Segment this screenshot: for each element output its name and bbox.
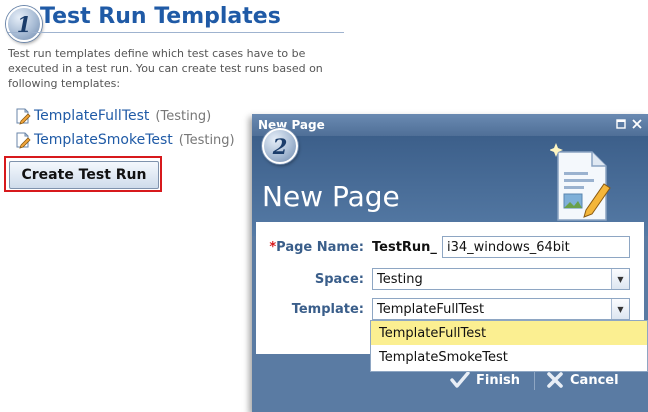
page-name-label-text: Page Name: xyxy=(276,240,364,255)
create-test-run-button[interactable]: Create Test Run xyxy=(9,161,159,189)
template-item-smoke[interactable]: TemplateSmokeTest (Testing) xyxy=(14,128,235,152)
template-item-full[interactable]: TemplateFullTest (Testing) xyxy=(14,104,235,128)
page-edit-icon xyxy=(16,108,31,125)
callout-2-badge: 2 xyxy=(262,128,298,164)
maximize-icon[interactable] xyxy=(614,117,628,131)
cancel-x-icon xyxy=(547,372,563,388)
dropdown-option-smoke[interactable]: TemplateSmokeTest xyxy=(371,345,647,369)
dialog-window-title: New Page xyxy=(258,118,325,132)
dialog-heading: New Page xyxy=(262,180,400,213)
dialog-titlebar[interactable]: New Page xyxy=(252,114,648,136)
space-select[interactable]: Testing ▼ xyxy=(372,268,630,290)
space-label: Space: xyxy=(314,272,364,287)
space-select-value: Testing xyxy=(377,272,423,287)
close-icon[interactable] xyxy=(630,117,644,131)
template-space-full: (Testing) xyxy=(155,108,212,124)
template-row: Template: TemplateFullTest ▼ xyxy=(256,298,644,322)
page-name-prefix: TestRun_ xyxy=(372,240,437,255)
new-page-icon xyxy=(550,143,611,221)
footer-divider xyxy=(534,370,535,390)
page-name-label: *Page Name: xyxy=(256,240,364,255)
template-dropdown-list: TemplateFullTest TemplateSmokeTest xyxy=(370,320,648,372)
template-space-smoke: (Testing) xyxy=(178,132,235,148)
finish-button-label: Finish xyxy=(476,372,521,388)
dropdown-option-full[interactable]: TemplateFullTest xyxy=(371,321,647,345)
template-link-smoke[interactable]: TemplateSmokeTest xyxy=(34,132,173,148)
template-select[interactable]: TemplateFullTest ▼ xyxy=(372,298,630,320)
dialog-header: New Page xyxy=(252,136,648,236)
template-label: Template: xyxy=(291,302,364,317)
templates-description: Test run templates define which test cas… xyxy=(8,47,323,90)
callout-1-badge: 1 xyxy=(6,6,42,42)
page-name-input[interactable]: i34_windows_64bit xyxy=(442,236,630,258)
chevron-down-icon[interactable]: ▼ xyxy=(611,269,629,289)
page-edit-icon xyxy=(16,132,31,149)
window-controls xyxy=(612,117,644,131)
cancel-button-label: Cancel xyxy=(570,372,619,388)
page-name-row: *Page Name: TestRun_ i34_windows_64bit xyxy=(256,236,644,260)
chevron-down-icon[interactable]: ▼ xyxy=(611,299,629,319)
checkmark-icon xyxy=(450,371,470,388)
template-list: TemplateFullTest (Testing) TemplateSmoke… xyxy=(14,104,235,152)
new-page-dialog: New Page New Page *Page Name: TestRun_ i… xyxy=(252,114,648,412)
title-divider xyxy=(8,32,344,33)
space-row: Space: Testing ▼ xyxy=(256,268,644,292)
template-link-full[interactable]: TemplateFullTest xyxy=(34,108,149,124)
template-select-value: TemplateFullTest xyxy=(377,302,485,317)
create-button-highlight: Create Test Run xyxy=(4,156,162,192)
page-title: Test Run Templates xyxy=(40,4,281,29)
